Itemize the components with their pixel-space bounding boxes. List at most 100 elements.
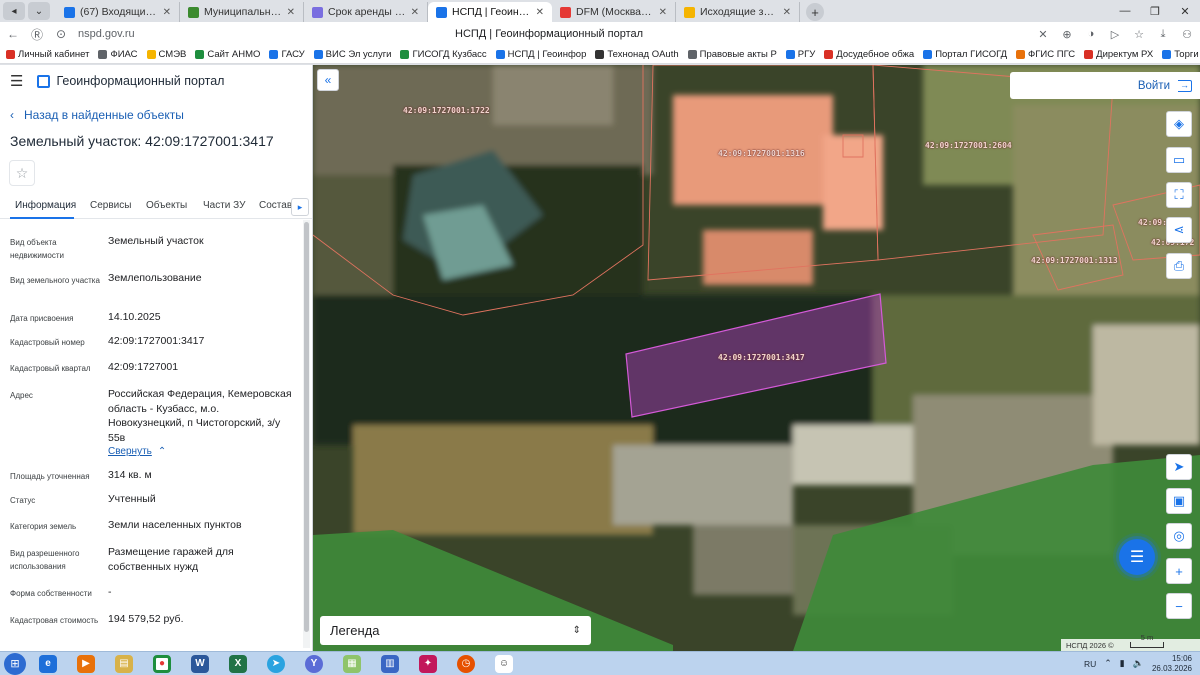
layers-icon[interactable]: ◈ [1166,111,1192,137]
back-to-results-link[interactable]: ‹ Назад в найденные объекты [10,108,184,122]
bookmark-item[interactable]: СМЭВ [146,49,186,60]
taskbar-app[interactable]: ▥ [374,653,406,675]
bookmark-item[interactable]: Личный кабинет [6,49,89,60]
taskbar-app[interactable]: X [222,653,254,675]
bookmark-item[interactable]: НСПД | Геоинфор [495,49,586,60]
browser-tab[interactable]: Срок аренды земли под ✕ [304,2,428,22]
taskbar-app[interactable]: ● [146,653,178,675]
browser-tab[interactable]: (67) Входящие - Почта М ✕ [56,2,180,22]
map-view[interactable]: 42:09:1727001:1722 42:09:1727001:1316 42… [313,65,1200,651]
panel-scrollbar[interactable] [303,220,310,648]
bookmark-item[interactable]: ГИСОГД Кузбасс [400,49,487,60]
input-language[interactable]: RU [1084,659,1096,669]
taskbar-app[interactable]: Y [298,653,330,675]
zoom-in-button[interactable]: + [1166,558,1192,584]
property-label: Форма собственности [10,589,92,598]
browser-tab[interactable]: Исходящие запросы ✕ [676,2,800,22]
taskbar-app[interactable]: ▦ [336,653,368,675]
tab-services[interactable]: Сервисы [90,200,131,211]
login-icon[interactable]: → [1178,79,1192,92]
system-clock[interactable]: 15:06 26.03.2026 [1152,654,1192,674]
start-button-icon[interactable]: ⊞ [4,652,26,675]
url-field[interactable]: nspd.gov.ru [78,28,238,40]
taskbar-app[interactable]: ☺ [488,653,520,675]
bookmark-star-icon[interactable]: ☆ [1132,28,1146,41]
tab-parcel-parts[interactable]: Части ЗУ [203,200,245,211]
nspd-favicon-icon [436,6,447,18]
legend-dropdown[interactable]: Легенда ⇕ [320,616,591,645]
translate-icon[interactable]: ⊕ [1060,28,1074,41]
play-icon[interactable]: ▷ [1108,28,1122,41]
back-arrow-icon[interactable]: ← [6,27,20,41]
bookmark-item[interactable]: Технонад OAuth [595,49,679,60]
bookmark-item[interactable]: РГУ [785,49,815,60]
bookmark-item[interactable]: Портал ГИСОГД [923,49,1007,60]
select-area-icon[interactable]: ⛶ [1166,182,1192,208]
tab-close-icon[interactable]: ✕ [287,7,295,18]
collapse-panel-button[interactable]: « [317,69,339,91]
download-icon[interactable]: ⤓ [1156,28,1170,41]
property-value: Размещение гаражей для собственных нужд [108,546,234,573]
bookmark-item[interactable]: ФИАС [98,49,138,60]
print-icon[interactable]: ⎙ [1166,253,1192,279]
lock-icon[interactable]: ⊙ [54,27,68,41]
tab-audio-icon[interactable]: ◂ [3,2,25,20]
bookmark-icon [269,50,279,59]
ruler-icon[interactable]: ▭ [1166,147,1192,173]
profile-icon[interactable]: ⚇ [1180,28,1194,41]
taskbar-app[interactable]: e [32,653,64,675]
taskbar-app[interactable]: ▶ [70,653,102,675]
browser-tab-active[interactable]: НСПД | Геоинформацио ✕ [428,2,552,22]
taskbar-app[interactable]: ▤ [108,653,140,675]
browser-tab[interactable]: Муниципальное образов ✕ [180,2,304,22]
system-tray: RU ⌃ ▮ 🔈 15:06 26.03.2026 [1084,654,1200,674]
bookmark-item[interactable]: Досудебное обжа [824,49,914,60]
bookmark-label: Торги [1174,49,1199,60]
close-window-icon[interactable]: ✕ [1170,0,1200,22]
bookmark-item[interactable]: ФГИС ПГС [1016,49,1075,60]
tab-close-icon[interactable]: ✕ [411,7,419,18]
tab-search-icon[interactable]: ⌄ [28,2,50,20]
zoom-out-button[interactable]: − [1166,593,1192,619]
bookmark-item[interactable]: Торги [1162,49,1199,60]
maximize-icon[interactable]: ❐ [1140,0,1170,22]
volume-icon[interactable]: 🔈 [1133,658,1144,669]
taskbar-app[interactable]: ✦ [412,653,444,675]
chat-assistant-button[interactable]: ☰ [1119,539,1155,575]
taskbar-app[interactable]: ➤ [260,653,292,675]
geolocation-icon[interactable]: ➤ [1166,454,1192,480]
bookmark-item[interactable]: Правовые акты Р [687,49,777,60]
login-button[interactable]: Войти [1138,80,1170,92]
collapse-address-link[interactable]: Свернуть ⌃ [108,446,166,457]
location-pin-icon[interactable]: ◎ [1166,523,1192,549]
tab-close-icon[interactable]: ✕ [536,7,544,18]
tray-chevron-icon[interactable]: ⌃ [1104,658,1112,669]
taskbar-app[interactable]: W [184,653,216,675]
hamburger-menu-icon[interactable]: ☰ [10,72,23,90]
tab-close-icon[interactable]: ✕ [659,7,667,18]
tab-composition[interactable]: Состав [259,200,292,211]
tabs-scroll-right-icon[interactable]: ▸ [291,198,309,216]
bookmark-item[interactable]: Директум РХ [1084,49,1153,60]
tab-close-icon[interactable]: ✕ [163,7,171,18]
extension-icon[interactable]: ✕ [1036,28,1050,41]
browser-tab[interactable]: DFM (Москва 101,2 ✕ [552,2,676,22]
tab-close-icon[interactable]: ✕ [783,7,791,18]
bookmark-item[interactable]: ГАСУ [269,49,305,60]
tab-information[interactable]: Информация [15,200,76,211]
map-attribution: НСПД 2026 © 5 m [1061,633,1200,651]
bookmark-item[interactable]: Сайт АНМО [195,49,260,60]
network-icon[interactable]: ▮ [1120,658,1125,669]
share-icon[interactable]: ⋖ [1166,217,1192,243]
new-tab-button[interactable]: + [806,3,824,21]
bookmark-icon [6,50,15,59]
bookmark-item[interactable]: ВИС Эл услуги [313,49,391,60]
minimap-icon[interactable]: ▣ [1166,488,1192,514]
favorite-star-button[interactable]: ☆ [9,160,35,186]
scrollbar-thumb[interactable] [304,222,309,632]
yandex-logo-icon[interactable]: Ⓡ [30,26,44,43]
taskbar-app[interactable]: ◷ [450,653,482,675]
reader-icon[interactable]: ◑ [1084,28,1098,41]
minimize-icon[interactable]: — [1110,0,1140,22]
tab-objects[interactable]: Объекты [146,200,187,211]
